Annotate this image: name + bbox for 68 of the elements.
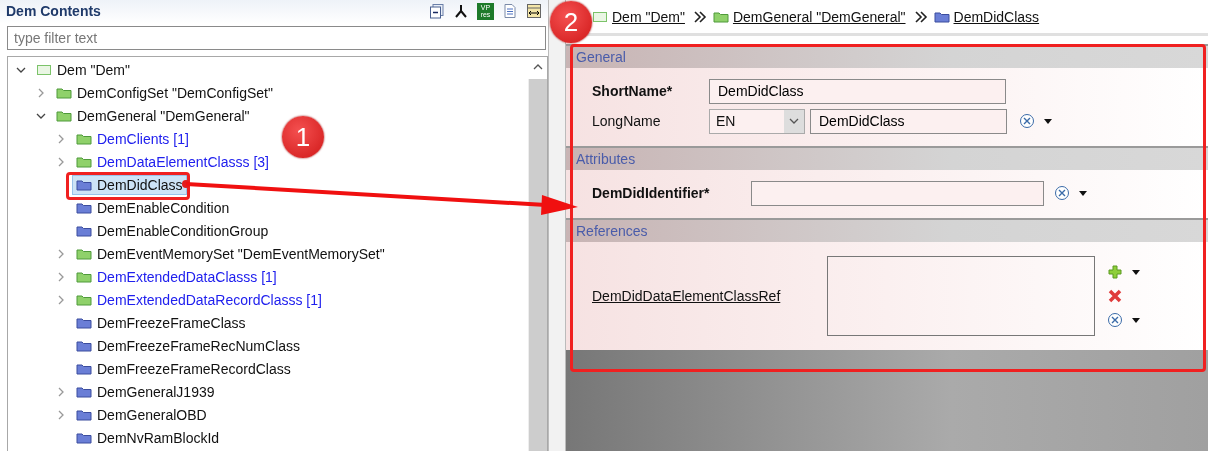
caret-icon[interactable] (1043, 117, 1053, 125)
module-icon (36, 62, 52, 77)
panel-title: Dem Contents (6, 3, 101, 19)
folder-icon (712, 9, 729, 24)
field-label: DemDidIdentifier* (592, 185, 711, 201)
folder-icon (76, 223, 92, 238)
folder-icon (76, 200, 92, 215)
folder-icon (76, 131, 92, 146)
filter-field[interactable]: type filter text (7, 26, 546, 50)
tool-icon[interactable] (1054, 185, 1070, 201)
caret-icon[interactable] (1078, 189, 1088, 197)
breadcrumb-link[interactable]: DemDidClass (953, 8, 1040, 25)
folder-icon (76, 384, 92, 399)
tree-item[interactable]: DemFreezeFrameRecNumClass (72, 335, 305, 356)
tree-item[interactable]: DemGeneral "DemGeneral" (52, 105, 254, 126)
folder-icon (76, 315, 92, 330)
reference-link[interactable]: DemDidDataElementClassRef (592, 288, 827, 304)
folder-icon (76, 269, 92, 284)
folder-icon (76, 338, 92, 353)
folder-icon (76, 246, 92, 261)
folder-icon (76, 361, 92, 376)
caret-icon[interactable] (1131, 316, 1141, 324)
scroll-up-icon[interactable] (533, 63, 543, 71)
tree-item[interactable]: DemClients [1] (72, 128, 193, 149)
tree-item[interactable]: DemEventMemorySet "DemEventMemorySet" (72, 243, 389, 264)
column-width-icon[interactable] (526, 3, 542, 19)
add-icon[interactable] (1107, 264, 1123, 280)
folder-icon (76, 154, 92, 169)
folder-icon (933, 9, 950, 24)
caret-icon[interactable] (1131, 268, 1141, 276)
collapse-all-icon[interactable] (429, 3, 445, 19)
tree-item[interactable]: DemEnableConditionGroup (72, 220, 273, 241)
tree-item[interactable]: Dem "Dem" (32, 59, 134, 80)
tree-item[interactable]: DemFreezeFrameRecordClass (72, 358, 295, 379)
chevron-down-icon[interactable] (789, 117, 799, 125)
delete-icon[interactable] (1107, 288, 1123, 304)
tree-item[interactable]: DemConfigSet "DemConfigSet" (52, 82, 277, 103)
text-field[interactable] (751, 180, 1044, 206)
breadcrumb-link[interactable]: DemGeneral "DemGeneral" (732, 8, 906, 25)
tree-item[interactable]: DemNvRamBlockId (72, 427, 224, 448)
field-label: LongName (592, 113, 662, 129)
reference-list-box[interactable] (827, 256, 1095, 336)
tree-item[interactable]: DemGeneralJ1939 (72, 381, 219, 402)
folder-icon (56, 85, 72, 100)
text-field[interactable]: DemDidClass (810, 108, 1007, 134)
tool-icon[interactable] (1019, 113, 1035, 129)
tool-icon[interactable] (1107, 312, 1123, 328)
folder-icon (76, 177, 92, 192)
splitter[interactable] (548, 0, 566, 451)
document-icon[interactable] (502, 3, 518, 19)
double-chevron-icon (913, 9, 928, 24)
text-field[interactable]: DemDidClass (709, 78, 1006, 104)
folder-icon (76, 407, 92, 422)
tree-item[interactable]: DemGeneralOBD (72, 404, 211, 425)
folder-icon (56, 108, 72, 123)
tree-item[interactable]: DemEnableCondition (72, 197, 234, 218)
module-icon (592, 9, 608, 24)
branch-icon[interactable] (453, 3, 469, 19)
folder-icon (76, 292, 92, 307)
tree-item[interactable]: DemExtendedDataClasss [1] (72, 266, 281, 287)
language-dropdown[interactable]: EN (709, 108, 805, 134)
field-label: ShortName* (592, 83, 674, 99)
tree-item[interactable]: DemDataElementClasss [3] (72, 151, 273, 172)
double-chevron-icon (692, 9, 707, 24)
tree-item[interactable]: DemExtendedDataRecordClasss [1] (72, 289, 326, 310)
folder-icon (76, 430, 92, 445)
tree-item[interactable]: DemFreezeFrameClass (72, 312, 250, 333)
breadcrumb-link[interactable]: Dem "Dem" (612, 8, 685, 25)
